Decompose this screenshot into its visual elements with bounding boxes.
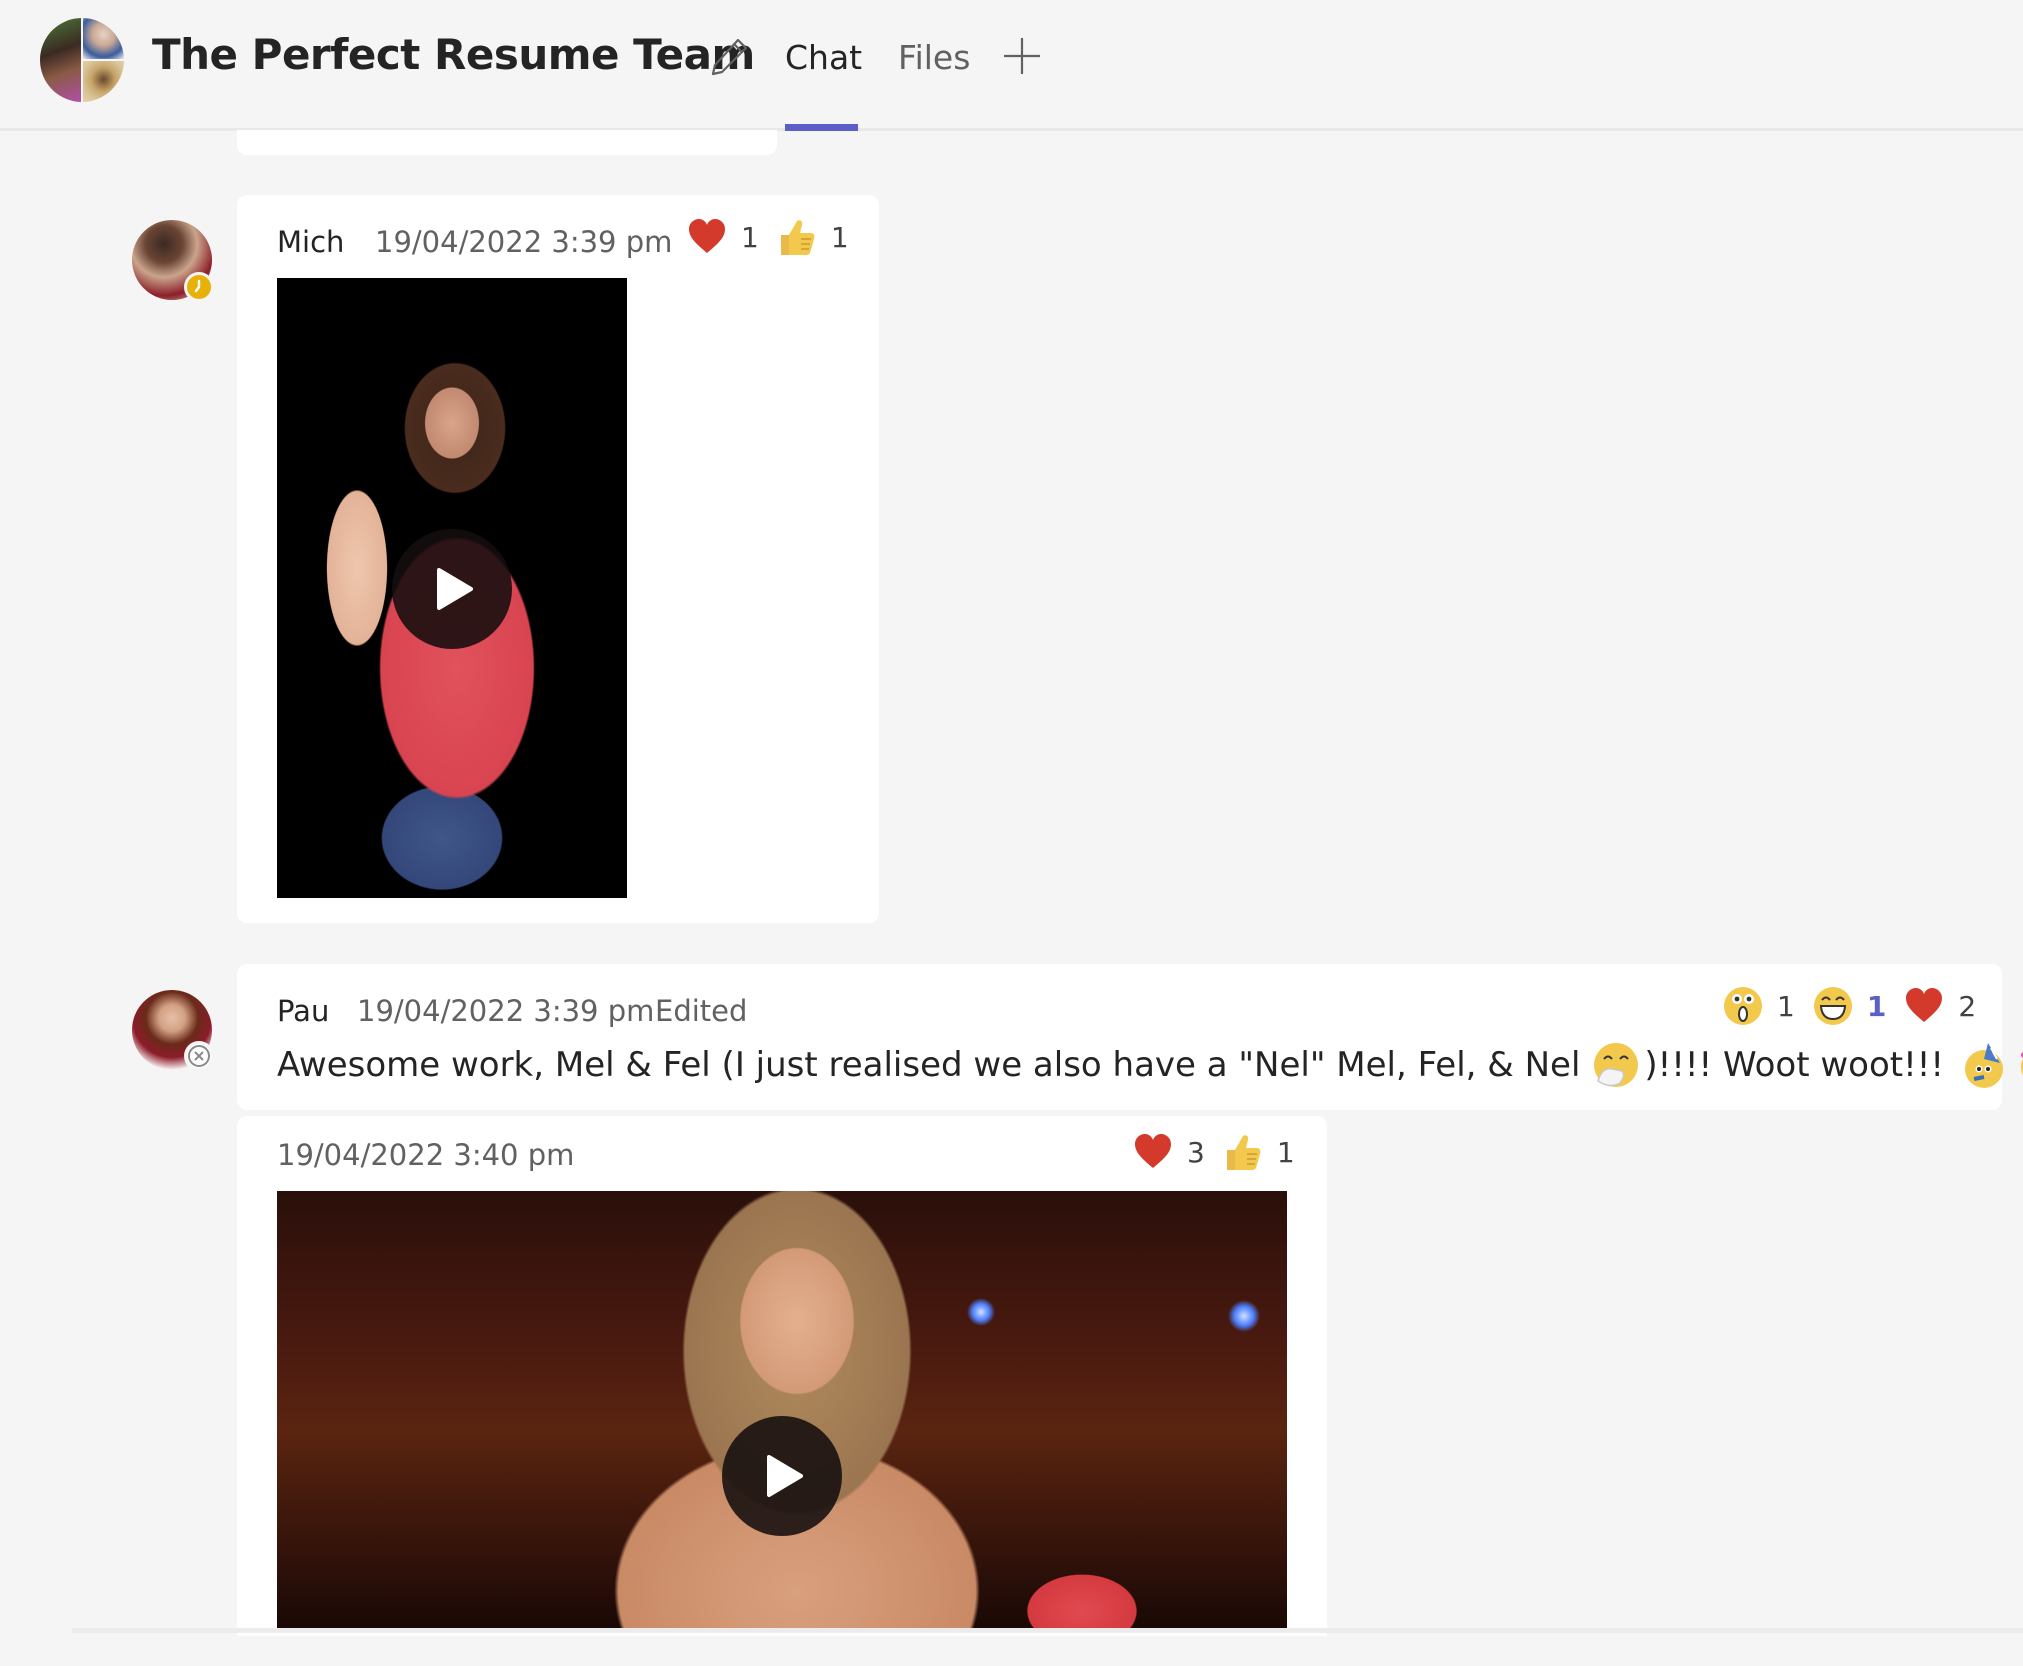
video-attachment[interactable] — [277, 278, 627, 898]
message-author[interactable]: Pau — [277, 994, 329, 1028]
play-button[interactable] — [722, 1416, 842, 1536]
message-card: 19/04/2022 3:40 pm 3 1 — [237, 1116, 1327, 1636]
member-photo — [83, 18, 124, 59]
member-photo — [40, 18, 81, 102]
reaction-count: 1 — [1866, 989, 1887, 1023]
reaction-count: 2 — [1958, 989, 1977, 1023]
play-button[interactable] — [392, 529, 512, 649]
reactions-bar: 1 1 — [687, 215, 849, 259]
face-hand-over-mouth-icon — [1594, 1043, 1639, 1087]
message-timestamp: 19/04/2022 3:40 pm — [277, 1138, 575, 1172]
reaction-count: 3 — [1187, 1135, 1205, 1169]
message-card: Mich 19/04/2022 3:39 pm 1 1 — [237, 195, 879, 923]
message-author[interactable]: Mich — [277, 225, 344, 259]
video-thumbnail — [277, 1191, 1287, 1628]
star-struck-party-icon — [2021, 1052, 2023, 1076]
chat-title: The Perfect Resume Team — [152, 30, 755, 79]
reaction-heart[interactable]: 1 — [687, 217, 759, 257]
message-text: Awesome work, Mel & Fel (I just realised… — [277, 1045, 1581, 1085]
partying-face-icon — [1965, 1043, 2003, 1088]
heart-icon — [689, 219, 725, 253]
active-tab-indicator — [785, 124, 858, 131]
reaction-count: 1 — [1777, 989, 1795, 1023]
play-icon — [767, 1455, 803, 1497]
reactions-bar: 1 1 2 — [1723, 984, 1976, 1028]
reaction-thumbs-up[interactable]: 1 — [777, 217, 849, 257]
reaction-thumbs-up[interactable]: 1 — [1223, 1132, 1295, 1172]
video-attachment[interactable] — [277, 1191, 1287, 1628]
tab-files[interactable]: Files — [898, 38, 970, 77]
reaction-count: 1 — [741, 220, 759, 254]
play-icon — [437, 568, 473, 610]
plus-icon[interactable] — [1002, 36, 1042, 76]
edited-label: Edited — [655, 994, 748, 1028]
message-timestamp: 19/04/2022 3:39 pm — [357, 994, 655, 1028]
message-timestamp: 19/04/2022 3:39 pm — [375, 225, 673, 259]
heart-icon — [1906, 988, 1943, 1022]
chat-header: The Perfect Resume Team Chat Files — [0, 0, 2023, 131]
reaction-count: 1 — [1276, 1135, 1295, 1169]
message-body: Awesome work, Mel & Fel (I just realised… — [277, 1040, 2023, 1090]
status-offline-badge — [184, 1041, 214, 1071]
reaction-laugh[interactable]: 1 — [1813, 986, 1886, 1026]
member-photo — [83, 61, 124, 102]
offline-x-icon — [188, 1045, 210, 1067]
thumbs-up-icon — [1226, 1135, 1261, 1170]
reaction-heart[interactable]: 3 — [1133, 1132, 1205, 1172]
reaction-surprised[interactable]: 1 — [1723, 986, 1795, 1026]
reaction-count: 1 — [830, 220, 849, 254]
group-avatar[interactable] — [40, 18, 124, 102]
previous-message-card — [237, 130, 777, 155]
message-text: )!!!! Woot woot!!! — [1644, 1045, 1944, 1085]
heart-icon — [1135, 1134, 1171, 1168]
clock-icon — [194, 279, 201, 293]
surprised-face-icon — [1724, 987, 1762, 1025]
tab-chat[interactable]: Chat — [785, 38, 862, 77]
reactions-bar: 3 1 — [1133, 1130, 1295, 1174]
status-away-badge — [184, 272, 214, 302]
compose-area-divider — [72, 1628, 2023, 1633]
message-card: Pau 19/04/2022 3:39 pm Edited 1 1 2 Awes… — [237, 964, 2023, 1110]
pencil-icon[interactable] — [708, 34, 752, 78]
reaction-heart[interactable]: 2 — [1904, 986, 1976, 1026]
thumbs-up-icon — [780, 220, 815, 255]
laughing-face-icon — [1813, 987, 1852, 1025]
